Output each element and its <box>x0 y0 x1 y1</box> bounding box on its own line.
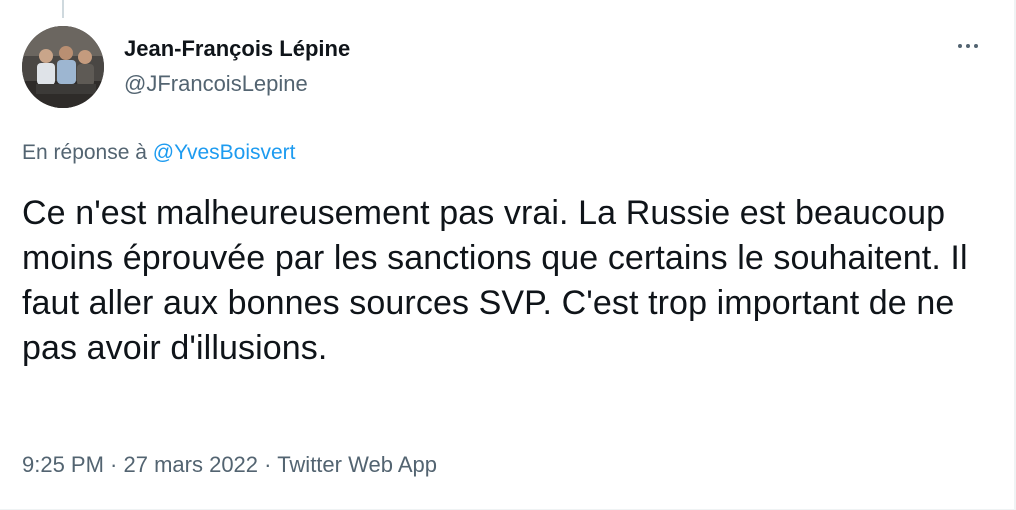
reply-context: En réponse à @YvesBoisvert <box>22 139 296 167</box>
dot <box>958 44 962 48</box>
timestamp-date[interactable]: 27 mars 2022 <box>124 452 259 477</box>
separator: · <box>258 452 278 477</box>
timestamp-time[interactable]: 9:25 PM <box>22 452 104 477</box>
reply-to-link[interactable]: @YvesBoisvert <box>153 141 296 164</box>
tweet-metadata: 9:25 PM · 27 mars 2022 · Twitter Web App <box>22 451 437 479</box>
tweet: Jean-François Lépine @JFrancoisLepine En… <box>0 0 1016 510</box>
author-handle[interactable]: @JFrancoisLepine <box>124 70 308 98</box>
avatar[interactable] <box>22 26 104 108</box>
tweet-source[interactable]: Twitter Web App <box>277 452 437 477</box>
dot <box>966 44 970 48</box>
dot <box>974 44 978 48</box>
tweet-text: Ce n'est malheureusement pas vrai. La Ru… <box>22 194 968 367</box>
separator: · <box>103 452 124 477</box>
more-horizontal-icon[interactable] <box>950 32 986 60</box>
reply-prefix: En réponse à <box>22 141 147 164</box>
author-name[interactable]: Jean-François Lépine <box>124 35 350 63</box>
thread-connector-line <box>62 0 64 18</box>
